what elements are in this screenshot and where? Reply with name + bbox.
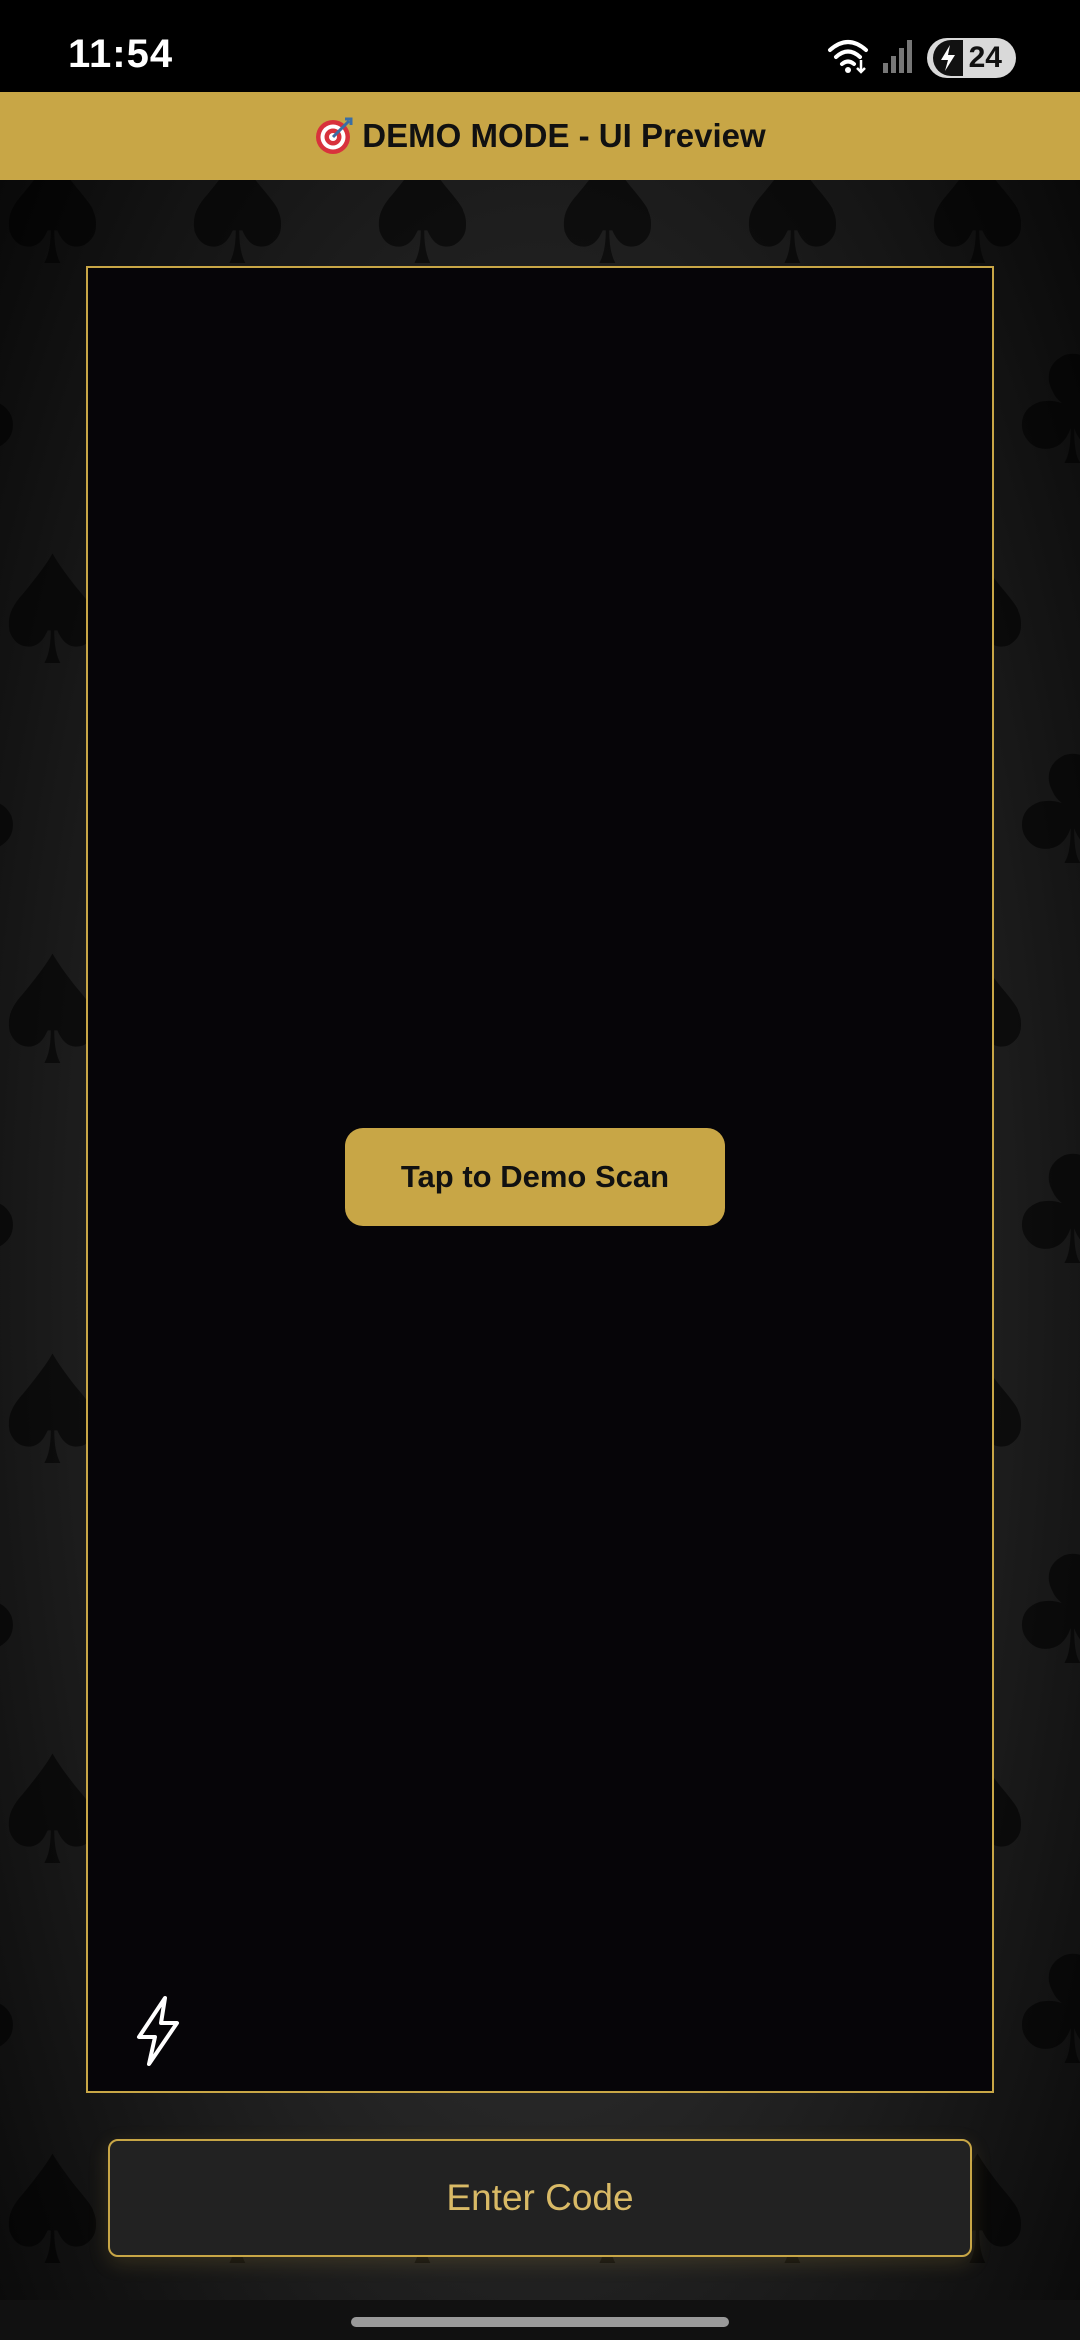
flash-icon[interactable] [128, 1992, 188, 2070]
status-icons: 24 [827, 36, 1016, 80]
battery-level: 24 [968, 41, 1002, 74]
target-icon [314, 116, 354, 156]
home-indicator[interactable] [351, 2317, 729, 2327]
status-bar: 11:54 24 [0, 0, 1080, 92]
status-time: 11:54 [68, 32, 174, 76]
demo-mode-banner: DEMO MODE - UI Preview [0, 92, 1080, 180]
cell-signal-icon [881, 39, 915, 78]
demo-mode-text: DEMO MODE - UI Preview [362, 117, 766, 154]
scan-viewfinder[interactable]: Tap to Demo Scan [86, 266, 994, 2093]
battery-indicator: 24 [926, 38, 1016, 78]
demo-scan-button[interactable]: Tap to Demo Scan [345, 1128, 725, 1226]
navigation-bar [0, 2300, 1080, 2340]
enter-code-button[interactable]: Enter Code [108, 2139, 972, 2257]
wifi-icon [827, 38, 869, 79]
charging-bolt-icon [932, 40, 963, 76]
scanner-screen: ♠♠♠♠♠♠♠ ♣♣♣♣♣♣♣ ♠♠♠♠♠♠♠ ♣♥♣♥♣♥♣ ♠♠♠♠♠♠♠ … [0, 0, 1080, 2340]
